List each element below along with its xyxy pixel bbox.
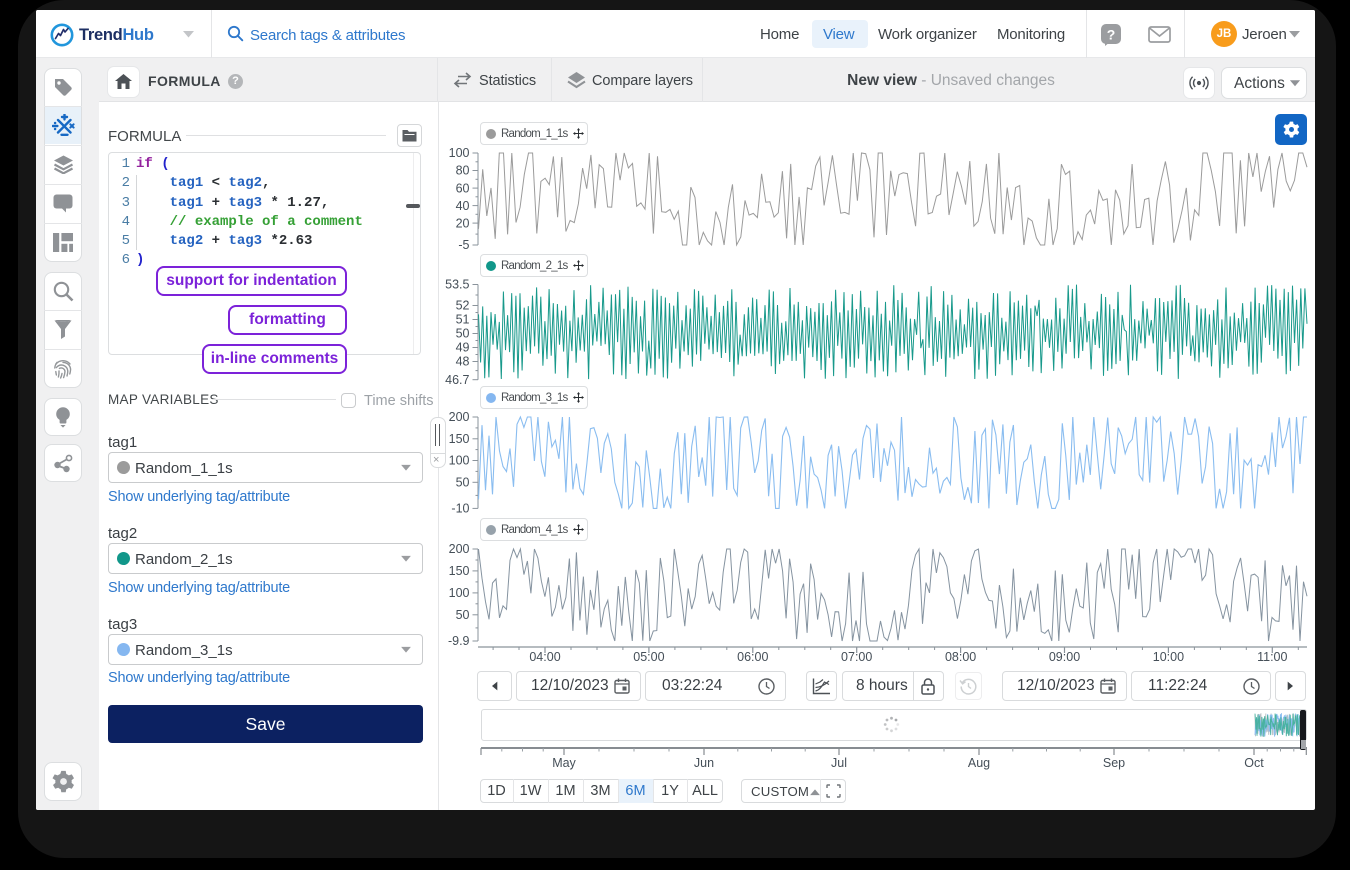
svg-text:-5: -5 xyxy=(458,238,469,252)
svg-text:48: 48 xyxy=(456,355,470,369)
svg-text:Jun: Jun xyxy=(694,756,714,770)
svg-text:50: 50 xyxy=(456,608,470,622)
svg-text:10:00: 10:00 xyxy=(1153,650,1184,664)
svg-text:150: 150 xyxy=(449,564,470,578)
svg-text:08:00: 08:00 xyxy=(945,650,976,664)
svg-text:Sep: Sep xyxy=(1103,756,1125,770)
svg-text:May: May xyxy=(552,756,576,770)
svg-text:04:00: 04:00 xyxy=(529,650,560,664)
svg-text:52: 52 xyxy=(456,299,470,313)
svg-text:20: 20 xyxy=(456,216,470,230)
svg-text:11:00: 11:00 xyxy=(1257,650,1287,664)
svg-text:60: 60 xyxy=(456,181,470,195)
svg-text:40: 40 xyxy=(456,199,470,213)
svg-text:-9.9: -9.9 xyxy=(448,634,470,648)
svg-text:07:00: 07:00 xyxy=(841,650,872,664)
svg-text:49: 49 xyxy=(456,341,470,355)
svg-text:53.5: 53.5 xyxy=(445,278,469,292)
svg-text:46.7: 46.7 xyxy=(445,373,469,387)
svg-text:?: ? xyxy=(1107,27,1116,43)
svg-text:200: 200 xyxy=(449,542,470,556)
svg-text:Oct: Oct xyxy=(1244,756,1264,770)
svg-text:100: 100 xyxy=(449,454,470,468)
svg-text:05:00: 05:00 xyxy=(633,650,664,664)
svg-text:06:00: 06:00 xyxy=(737,650,768,664)
svg-text:200: 200 xyxy=(449,410,470,424)
svg-text:100: 100 xyxy=(449,586,470,600)
svg-text:51: 51 xyxy=(456,313,470,327)
svg-text:50: 50 xyxy=(456,476,470,490)
svg-text:100: 100 xyxy=(449,146,470,160)
svg-text:50: 50 xyxy=(456,327,470,341)
svg-text:-10: -10 xyxy=(451,502,469,516)
svg-text:09:00: 09:00 xyxy=(1049,650,1080,664)
svg-text:80: 80 xyxy=(456,164,470,178)
svg-text:Jul: Jul xyxy=(831,756,847,770)
svg-text:Aug: Aug xyxy=(968,756,990,770)
svg-text:150: 150 xyxy=(449,432,470,446)
